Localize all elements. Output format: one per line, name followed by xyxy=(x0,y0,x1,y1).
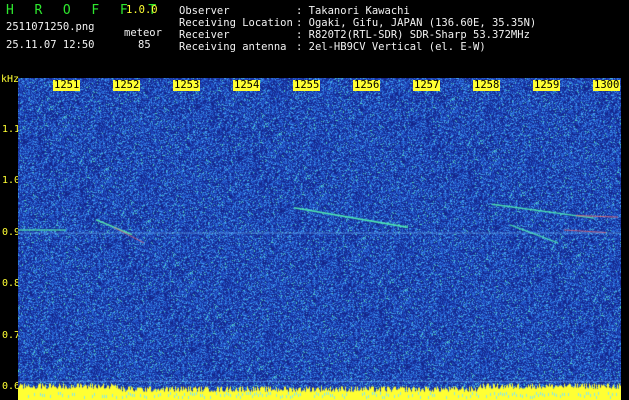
receiver-label: Receiver xyxy=(179,29,230,41)
x-tick-label: 1255 xyxy=(293,79,321,91)
x-tick-label: 1253 xyxy=(173,79,201,91)
header-panel: H R O F F T 1.0.0 2511071250.png 25.11.0… xyxy=(0,0,629,76)
right-border xyxy=(621,76,629,400)
x-tick-label: 1252 xyxy=(113,79,141,91)
y-axis-unit: kHz xyxy=(1,74,20,85)
spectrogram-canvas[interactable] xyxy=(18,78,621,400)
date-time: 25.11.07 12:50 xyxy=(6,39,95,51)
app-version: 1.0.0 xyxy=(126,4,158,16)
spectrogram-panel[interactable]: 1251 1252 1253 1254 1255 1256 1257 1258 1259 1300 xyxy=(18,78,621,400)
observer-value: : Takanori Kawachi xyxy=(296,5,410,17)
observer-label: Observer xyxy=(179,5,230,17)
x-tick-label: 1257 xyxy=(413,79,441,91)
mode-value: 85 xyxy=(138,39,151,51)
antenna-value: : 2el-HB9CV Vertical (el. E-W) xyxy=(296,41,486,53)
location-value: : Ogaki, Gifu, JAPAN (136.60E, 35.35N) xyxy=(296,17,537,29)
x-tick-label: 1259 xyxy=(533,79,561,91)
x-tick-label: 1256 xyxy=(353,79,381,91)
receiver-value: : R820T2(RTL-SDR) SDR-Sharp 53.372MHz xyxy=(296,29,530,41)
mode-label: meteor xyxy=(124,27,162,39)
antenna-label: Receiving antenna xyxy=(179,41,287,53)
x-tick-label: 1251 xyxy=(53,79,81,91)
file-name: 2511071250.png xyxy=(6,21,95,33)
x-tick-label: 1300 xyxy=(593,79,621,91)
x-tick-label: 1254 xyxy=(233,79,261,91)
x-tick-label: 1258 xyxy=(473,79,501,91)
location-label: Receiving Location xyxy=(179,17,293,29)
